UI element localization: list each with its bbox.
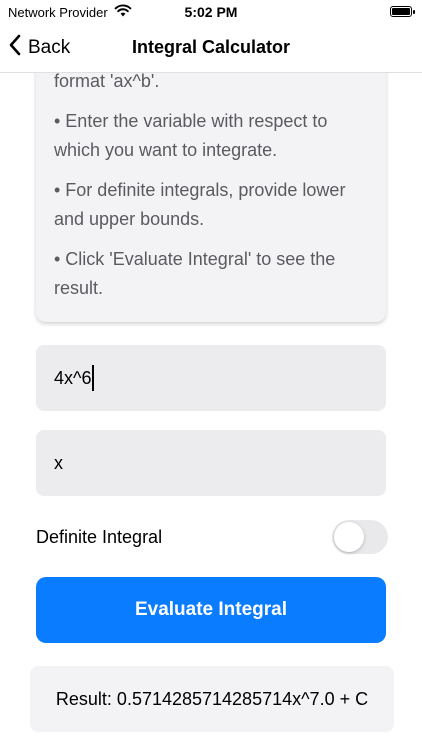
status-bar: Network Provider 5:02 PM: [0, 0, 422, 24]
result-text: Result: 0.5714285714285714x^7.0 + C: [55, 688, 369, 709]
battery-icon: [390, 6, 415, 17]
toggle-knob: [334, 522, 364, 552]
instruction-line: • For definite integrals, provide lower …: [54, 180, 346, 229]
page-title: Integral Calculator: [131, 37, 291, 57]
text-cursor: [92, 365, 94, 391]
instructions-card: format 'ax^b'. • Enter the variable with…: [36, 72, 386, 322]
definite-integral-row: Definite Integral: [36, 519, 388, 555]
definite-integral-toggle[interactable]: [332, 520, 388, 554]
instruction-line: • Click 'Evaluate Integral' to see the r…: [54, 249, 336, 298]
evaluate-integral-button[interactable]: Evaluate Integral: [36, 577, 386, 643]
navigation-bar: Back Integral Calculator: [0, 24, 422, 73]
result-box: Result: 0.5714285714285714x^7.0 + C: [30, 666, 394, 732]
status-time: 5:02 PM: [184, 4, 238, 20]
content-scroll[interactable]: format 'ax^b'. • Enter the variable with…: [0, 72, 422, 750]
instruction-line: • Enter the variable with respect to whi…: [54, 111, 328, 160]
instruction-line: format 'ax^b'.: [54, 72, 160, 91]
definite-integral-label: Definite Integral: [36, 526, 163, 547]
variable-input[interactable]: x: [36, 430, 386, 496]
function-input[interactable]: 4x^6: [36, 345, 386, 411]
instructions-list: format 'ax^b'. • Enter the variable with…: [54, 72, 372, 314]
variable-input-value: x: [54, 452, 63, 473]
function-input-value: 4x^6: [54, 367, 92, 388]
